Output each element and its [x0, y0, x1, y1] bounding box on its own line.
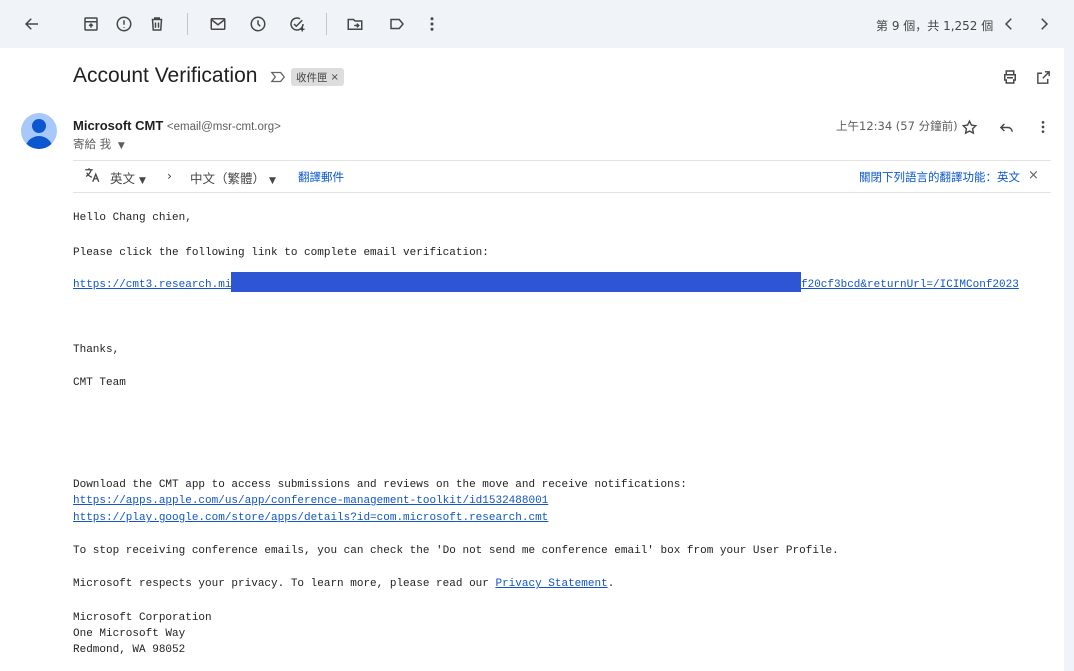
report-spam-icon[interactable]	[112, 12, 136, 36]
sender-line: Microsoft CMT <email@msr-cmt.org>	[73, 118, 281, 133]
open-in-new-window-icon[interactable]	[1033, 67, 1053, 87]
message-more-icon[interactable]	[1033, 117, 1053, 137]
apple-app-link-line: https://apps.apple.com/us/app/conference…	[73, 493, 548, 509]
redaction-block	[231, 272, 801, 292]
email-timestamp: 上午12:34 (57 分鐘前)	[836, 119, 958, 133]
address-line-2: One Microsoft Way	[73, 628, 186, 640]
verification-link-line: https://cmt3.research.mi	[73, 277, 231, 293]
target-language-select[interactable]: 中文（繁體） ▼	[190, 168, 276, 187]
email-toolbar: 第 9 個，共 1,252 個	[0, 0, 1074, 48]
newer-chevron-left-icon[interactable]	[997, 12, 1021, 36]
privacy-prefix: Microsoft respects your privacy. To lear…	[73, 578, 496, 590]
email-subject: Account Verification	[73, 64, 258, 87]
address-line-3: Redmond, WA 98052	[73, 644, 186, 656]
verification-link-tail: f20cf3bcd&returnUrl=/ICIMConf2023	[801, 277, 1019, 293]
google-play-link[interactable]: https://play.google.com/store/apps/detai…	[73, 512, 548, 524]
reply-icon[interactable]	[996, 117, 1016, 137]
verification-link[interactable]: https://cmt3.research.mi	[73, 279, 231, 291]
delete-icon[interactable]	[145, 12, 169, 36]
right-scroll-strip	[1064, 48, 1074, 671]
close-translate-icon[interactable]: ×	[1028, 168, 1039, 183]
sender-name[interactable]: Microsoft CMT	[73, 118, 163, 133]
privacy-line: Microsoft respects your privacy. To lear…	[73, 576, 614, 592]
translate-message-link[interactable]: 翻譯郵件	[298, 169, 344, 185]
sender-email: <email@msr-cmt.org>	[166, 121, 281, 133]
print-icon[interactable]	[1000, 67, 1020, 87]
unsubscribe-text: To stop receiving conference emails, you…	[73, 545, 839, 557]
source-language-dropdown-icon: ▼	[139, 176, 146, 186]
translate-arrow-icon: ›	[167, 168, 172, 183]
source-language-label: 英文	[110, 171, 136, 186]
inbox-label-chip[interactable]: 收件匣 ×	[291, 68, 344, 86]
more-vert-icon[interactable]	[420, 12, 444, 36]
label-icon[interactable]	[385, 12, 409, 36]
privacy-suffix: .	[607, 578, 615, 590]
sender-avatar[interactable]	[21, 113, 57, 149]
older-chevron-right-icon[interactable]	[1032, 12, 1056, 36]
recipient-label: 寄給 我	[73, 137, 112, 151]
remove-label-icon[interactable]: ×	[331, 72, 339, 83]
target-language-dropdown-icon: ▼	[269, 176, 276, 186]
thanks-text: Thanks,	[73, 344, 120, 356]
instruction-text: Please click the following link to compl…	[73, 247, 489, 259]
team-signature: CMT Team	[73, 377, 126, 389]
privacy-statement-link[interactable]: Privacy Statement	[495, 578, 607, 590]
source-language-select[interactable]: 英文 ▼	[110, 168, 146, 187]
label-chip-text: 收件匣	[296, 71, 328, 84]
translate-icon	[83, 166, 101, 187]
apple-app-link[interactable]: https://apps.apple.com/us/app/conference…	[73, 495, 548, 507]
pagination-label: 第 9 個，共 1,252 個	[876, 19, 994, 33]
turn-off-translation-link[interactable]: 關閉下列語言的翻譯功能：英文	[859, 169, 1020, 185]
google-app-link-line: https://play.google.com/store/apps/detai…	[73, 510, 548, 526]
snooze-clock-icon[interactable]	[246, 12, 270, 36]
recipient-details[interactable]: 寄給 我 ▼	[73, 136, 125, 152]
back-arrow-icon[interactable]	[20, 12, 44, 36]
translate-bar: 英文 ▼ › 中文（繁體） ▼ 翻譯郵件 關閉下列語言的翻譯功能：英文 ×	[73, 160, 1051, 193]
verification-link-end[interactable]: f20cf3bcd&returnUrl=/ICIMConf2023	[801, 279, 1019, 291]
address-line-1: Microsoft Corporation	[73, 612, 212, 624]
mark-unread-icon[interactable]	[206, 12, 230, 36]
greeting-text: Hello Chang chien,	[73, 212, 192, 224]
move-to-folder-icon[interactable]	[343, 12, 367, 36]
add-to-tasks-icon[interactable]	[285, 12, 309, 36]
target-language-label: 中文（繁體）	[190, 171, 266, 186]
important-marker-icon[interactable]	[270, 70, 286, 84]
recipient-dropdown-icon[interactable]: ▼	[118, 141, 125, 151]
star-icon[interactable]	[959, 117, 979, 137]
archive-icon[interactable]	[79, 12, 103, 36]
app-download-text: Download the CMT app to access submissio…	[73, 479, 687, 491]
